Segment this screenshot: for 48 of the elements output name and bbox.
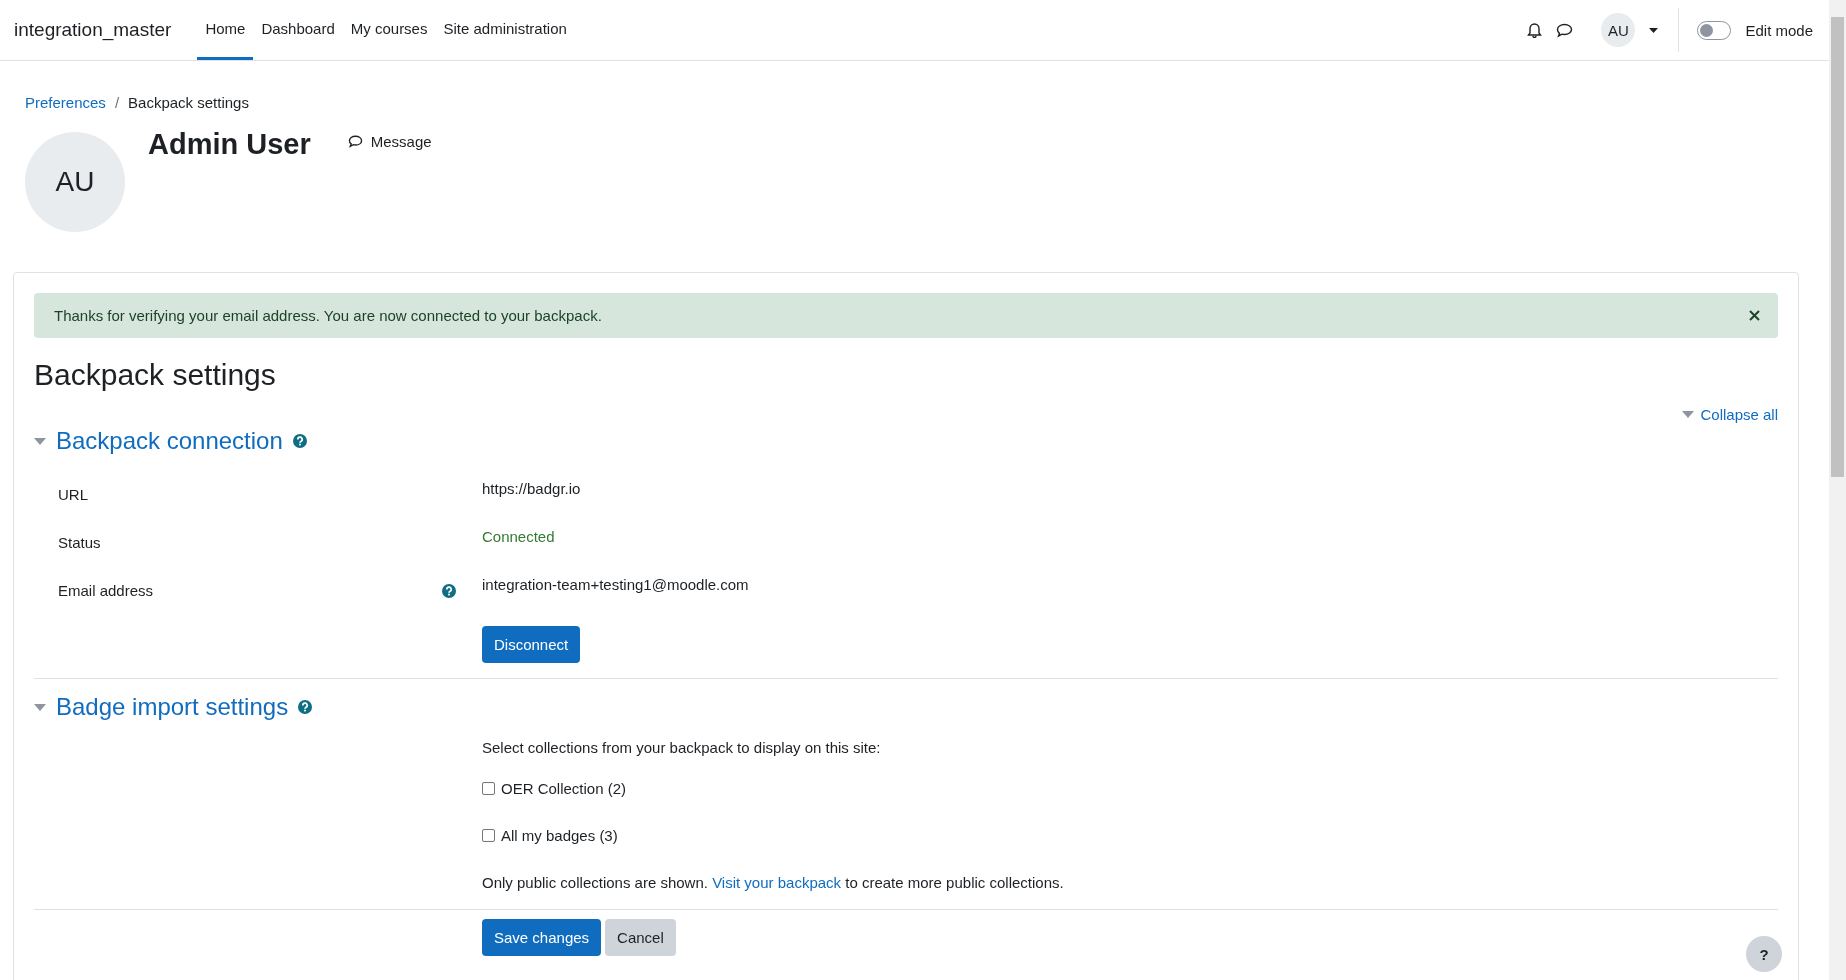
edit-mode-label: Edit mode — [1745, 21, 1813, 39]
help-icon[interactable] — [298, 700, 313, 714]
page-title: Backpack settings — [34, 358, 277, 392]
edit-mode-switch[interactable] — [1697, 20, 1732, 40]
chat-bubble-icon — [347, 135, 363, 148]
checkbox[interactable] — [482, 829, 495, 842]
instruction-text: Select collections from your backpack to display on this site: — [482, 739, 882, 756]
breadcrumb-separator: / — [114, 94, 120, 111]
nav-tab[interactable]: Dashboard — [253, 0, 343, 60]
backpack-link[interactable]: Visit your backpack — [712, 874, 842, 891]
field-value: https://badgr.io — [482, 480, 582, 497]
caret-icon[interactable] — [1649, 27, 1659, 33]
disconnect-button[interactable]: Disconnect — [482, 626, 581, 663]
section-toggle[interactable]: Badge import settings — [34, 693, 289, 721]
alert-message: Thanks for verifying your email address. You are now connected to your backpack. — [54, 307, 602, 324]
nav-tab[interactable]: Home — [197, 0, 254, 60]
field-label: URL — [58, 485, 89, 503]
breadcrumb-current: Backpack settings — [128, 94, 249, 111]
scrollbar[interactable] — [1829, 0, 1846, 980]
chat-bubble-icon[interactable] — [1556, 22, 1574, 38]
checkbox-label: All my badges (3) — [501, 827, 618, 844]
caret-icon — [34, 437, 46, 445]
caret-icon — [34, 703, 46, 711]
message-button[interactable]: Message — [347, 133, 432, 150]
help-icon[interactable] — [292, 434, 307, 448]
field-label: Email address — [58, 581, 155, 599]
profile-avatar: AU — [25, 132, 125, 232]
help-button[interactable]: ? — [1746, 936, 1782, 972]
help-icon[interactable] — [442, 584, 456, 598]
section-toggle[interactable]: Backpack connection — [34, 427, 283, 455]
breadcrumb-link[interactable]: Preferences — [25, 94, 106, 111]
user-name: Admin User — [148, 128, 311, 161]
nav-tab[interactable]: Site administration — [435, 0, 575, 60]
bell-icon[interactable] — [1527, 22, 1543, 38]
nav-tab[interactable]: My courses — [342, 0, 436, 60]
caret-icon — [1682, 411, 1695, 418]
checkbox-label: OER Collection (2) — [501, 780, 627, 797]
status-value: Connected — [482, 528, 556, 545]
close-icon[interactable] — [1749, 310, 1760, 321]
site-name[interactable]: integration_master — [14, 19, 172, 41]
save-button[interactable]: Save changes — [482, 919, 602, 956]
field-label: Status — [58, 533, 102, 551]
user-avatar[interactable]: AU — [1601, 13, 1636, 47]
field-value: integration-team+testing1@moodle.com — [482, 576, 750, 593]
checkbox[interactable] — [482, 782, 495, 795]
collapse-all-link[interactable]: Collapse all — [1682, 406, 1778, 423]
info-text: Only public collections are shown. Visit your backpack to create more public collections. — [482, 874, 1065, 891]
cancel-button[interactable]: Cancel — [605, 919, 676, 956]
